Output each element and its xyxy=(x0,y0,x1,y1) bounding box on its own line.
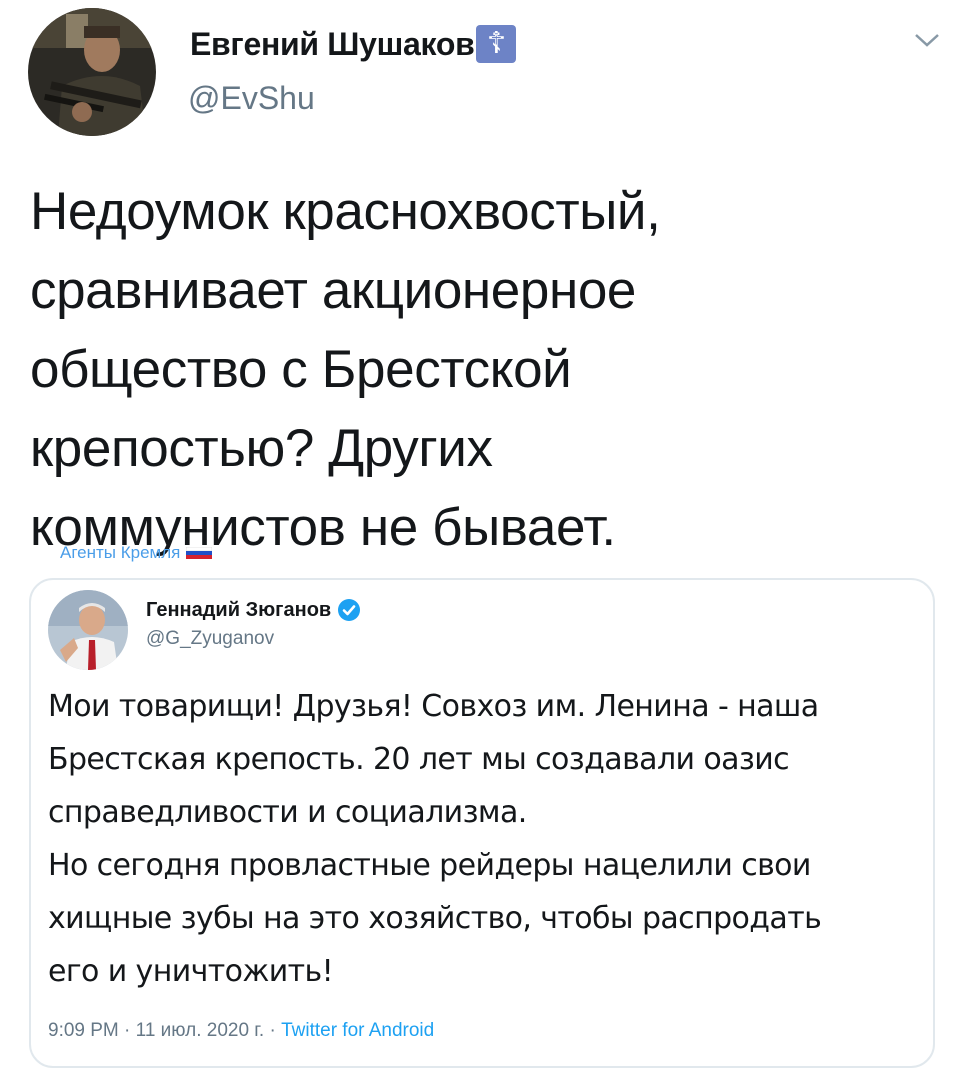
tweet-text: Недоумок краснохвостый, сравнивает акцио… xyxy=(30,182,661,557)
quoted-tweet-date[interactable]: 11 июл. 2020 г. xyxy=(136,1020,265,1041)
quoted-author-handle[interactable]: @G_Zyuganov xyxy=(146,628,274,650)
verified-badge-icon xyxy=(338,599,361,621)
quoted-author-avatar[interactable] xyxy=(48,590,128,670)
author-display-name[interactable]: Евгений Шушаков xyxy=(190,26,475,63)
quoted-tweet-card[interactable]: Геннадий Зюганов @G_Zyuganov Мои товарищ… xyxy=(29,578,935,1068)
quoted-tweet-meta: 9:09 PM · 11 июл. 2020 г. · Twitter for … xyxy=(48,1020,434,1042)
quoted-author-display-name[interactable]: Геннадий Зюганов xyxy=(146,599,331,622)
quoted-tweet-time[interactable]: 9:09 PM xyxy=(48,1020,119,1041)
meta-separator: · xyxy=(269,1020,282,1041)
chevron-down-icon[interactable] xyxy=(912,30,942,50)
author-avatar[interactable] xyxy=(28,8,156,136)
watermark-text: Агенты Кремля xyxy=(60,543,181,562)
quoted-tweet-source[interactable]: Twitter for Android xyxy=(281,1020,434,1041)
quoted-avatar-image xyxy=(48,590,128,670)
author-handle[interactable]: @EvShu xyxy=(188,80,315,117)
meta-separator: · xyxy=(124,1020,136,1041)
russian-flag-icon xyxy=(186,547,213,559)
quoted-author-name-row: Геннадий Зюганов xyxy=(146,598,361,622)
watermark: Агенты Кремля xyxy=(60,543,213,563)
orthodox-cross-icon: ☦ xyxy=(476,25,517,63)
author-name-row: Евгений Шушаков ☦ xyxy=(190,22,517,66)
author-avatar-image xyxy=(28,8,156,136)
quoted-tweet-text: Мои товарищи! Друзья! Совхоз им. Ленина … xyxy=(48,689,822,989)
